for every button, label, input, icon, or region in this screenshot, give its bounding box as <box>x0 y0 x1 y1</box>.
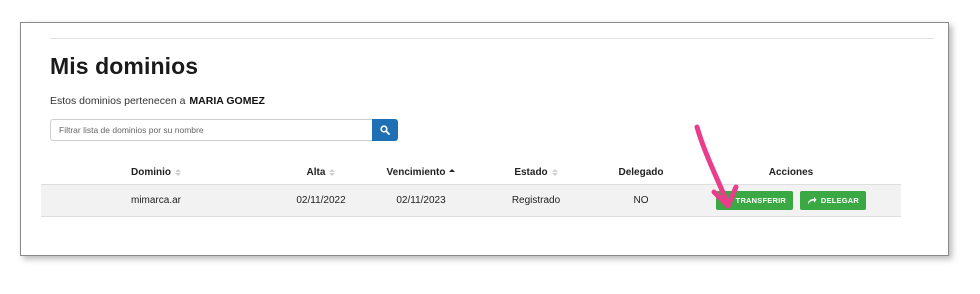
sort-icon <box>329 169 336 176</box>
cell-delegado: NO <box>633 195 649 206</box>
owner-name: MARIA GOMEZ <box>189 95 265 107</box>
column-header-estado[interactable]: Estado <box>471 167 601 178</box>
owner-line: Estos dominios pertenecen a MARIA GOMEZ <box>50 95 265 107</box>
search-button[interactable] <box>372 119 398 141</box>
share-arrow-icon <box>807 196 817 205</box>
column-header-delegado: Delegado <box>618 167 664 178</box>
sort-icon <box>551 169 558 176</box>
cell-alta: 02/11/2022 <box>296 195 346 206</box>
column-header-alta[interactable]: Alta <box>271 167 371 178</box>
search-icon <box>380 125 390 135</box>
screenshot-page: Mis dominios Estos dominios pertenecen a… <box>0 0 980 294</box>
cell-estado: Registrado <box>511 195 561 206</box>
search-bar <box>50 119 398 141</box>
delegate-button[interactable]: DELEGAR <box>800 191 866 210</box>
table-header: Dominio Alta Vencimiento Estado Delegado… <box>41 161 901 184</box>
top-divider <box>50 38 934 39</box>
cell-dominio: mimarca.ar <box>130 195 181 206</box>
pink-pointer-arrow-icon <box>694 124 739 209</box>
column-header-dominio[interactable]: Dominio <box>41 167 271 178</box>
search-input[interactable] <box>50 119 372 141</box>
column-header-vencimiento[interactable]: Vencimiento <box>371 167 471 178</box>
sort-ascending-icon <box>449 169 456 176</box>
page-title: Mis dominios <box>50 53 199 79</box>
table-row: mimarca.ar 02/11/2022 02/11/2023 Registr… <box>41 184 901 217</box>
cell-vencimiento: 02/11/2023 <box>396 195 446 206</box>
sort-icon <box>175 169 181 176</box>
domains-table: Dominio Alta Vencimiento Estado Delegado… <box>41 161 901 217</box>
domains-card: Mis dominios Estos dominios pertenecen a… <box>20 22 949 256</box>
owner-prefix: Estos dominios pertenecen a <box>50 95 186 107</box>
